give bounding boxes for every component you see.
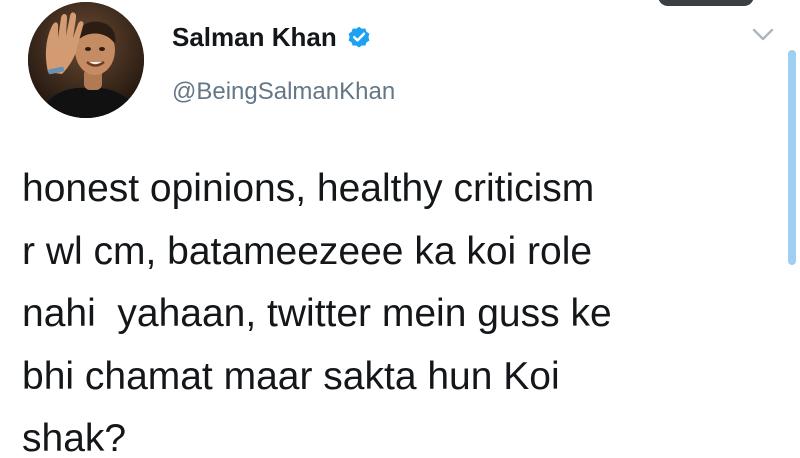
tweet-author[interactable]: Salman Khan @BeingSalmanKhan (172, 20, 395, 107)
top-status-pill (658, 0, 754, 6)
tweet-text-line: nahi yahaan, twitter mein guss ke (22, 292, 612, 335)
tweet-text-line: r wl cm, batameezeee ka koi role (22, 229, 593, 273)
tweet-text-line: bhi chamat maar sakta hun Koi (22, 354, 560, 398)
chevron-down-icon[interactable] (751, 27, 775, 43)
avatar-photo (28, 2, 144, 118)
tweet-text-line: honest opinions, healthy criticism (22, 167, 595, 210)
tweet-text-line: shak? (22, 417, 127, 458)
author-name-row: Salman Khan (172, 20, 395, 54)
tweet-text: honest opinions, healthy criticism r wl … (22, 158, 787, 458)
scroll-indicator[interactable] (788, 50, 796, 265)
author-handle[interactable]: @BeingSalmanKhan (172, 77, 395, 107)
author-display-name[interactable]: Salman Khan (172, 20, 337, 54)
avatar[interactable] (28, 2, 144, 118)
verified-badge-icon (346, 24, 372, 50)
